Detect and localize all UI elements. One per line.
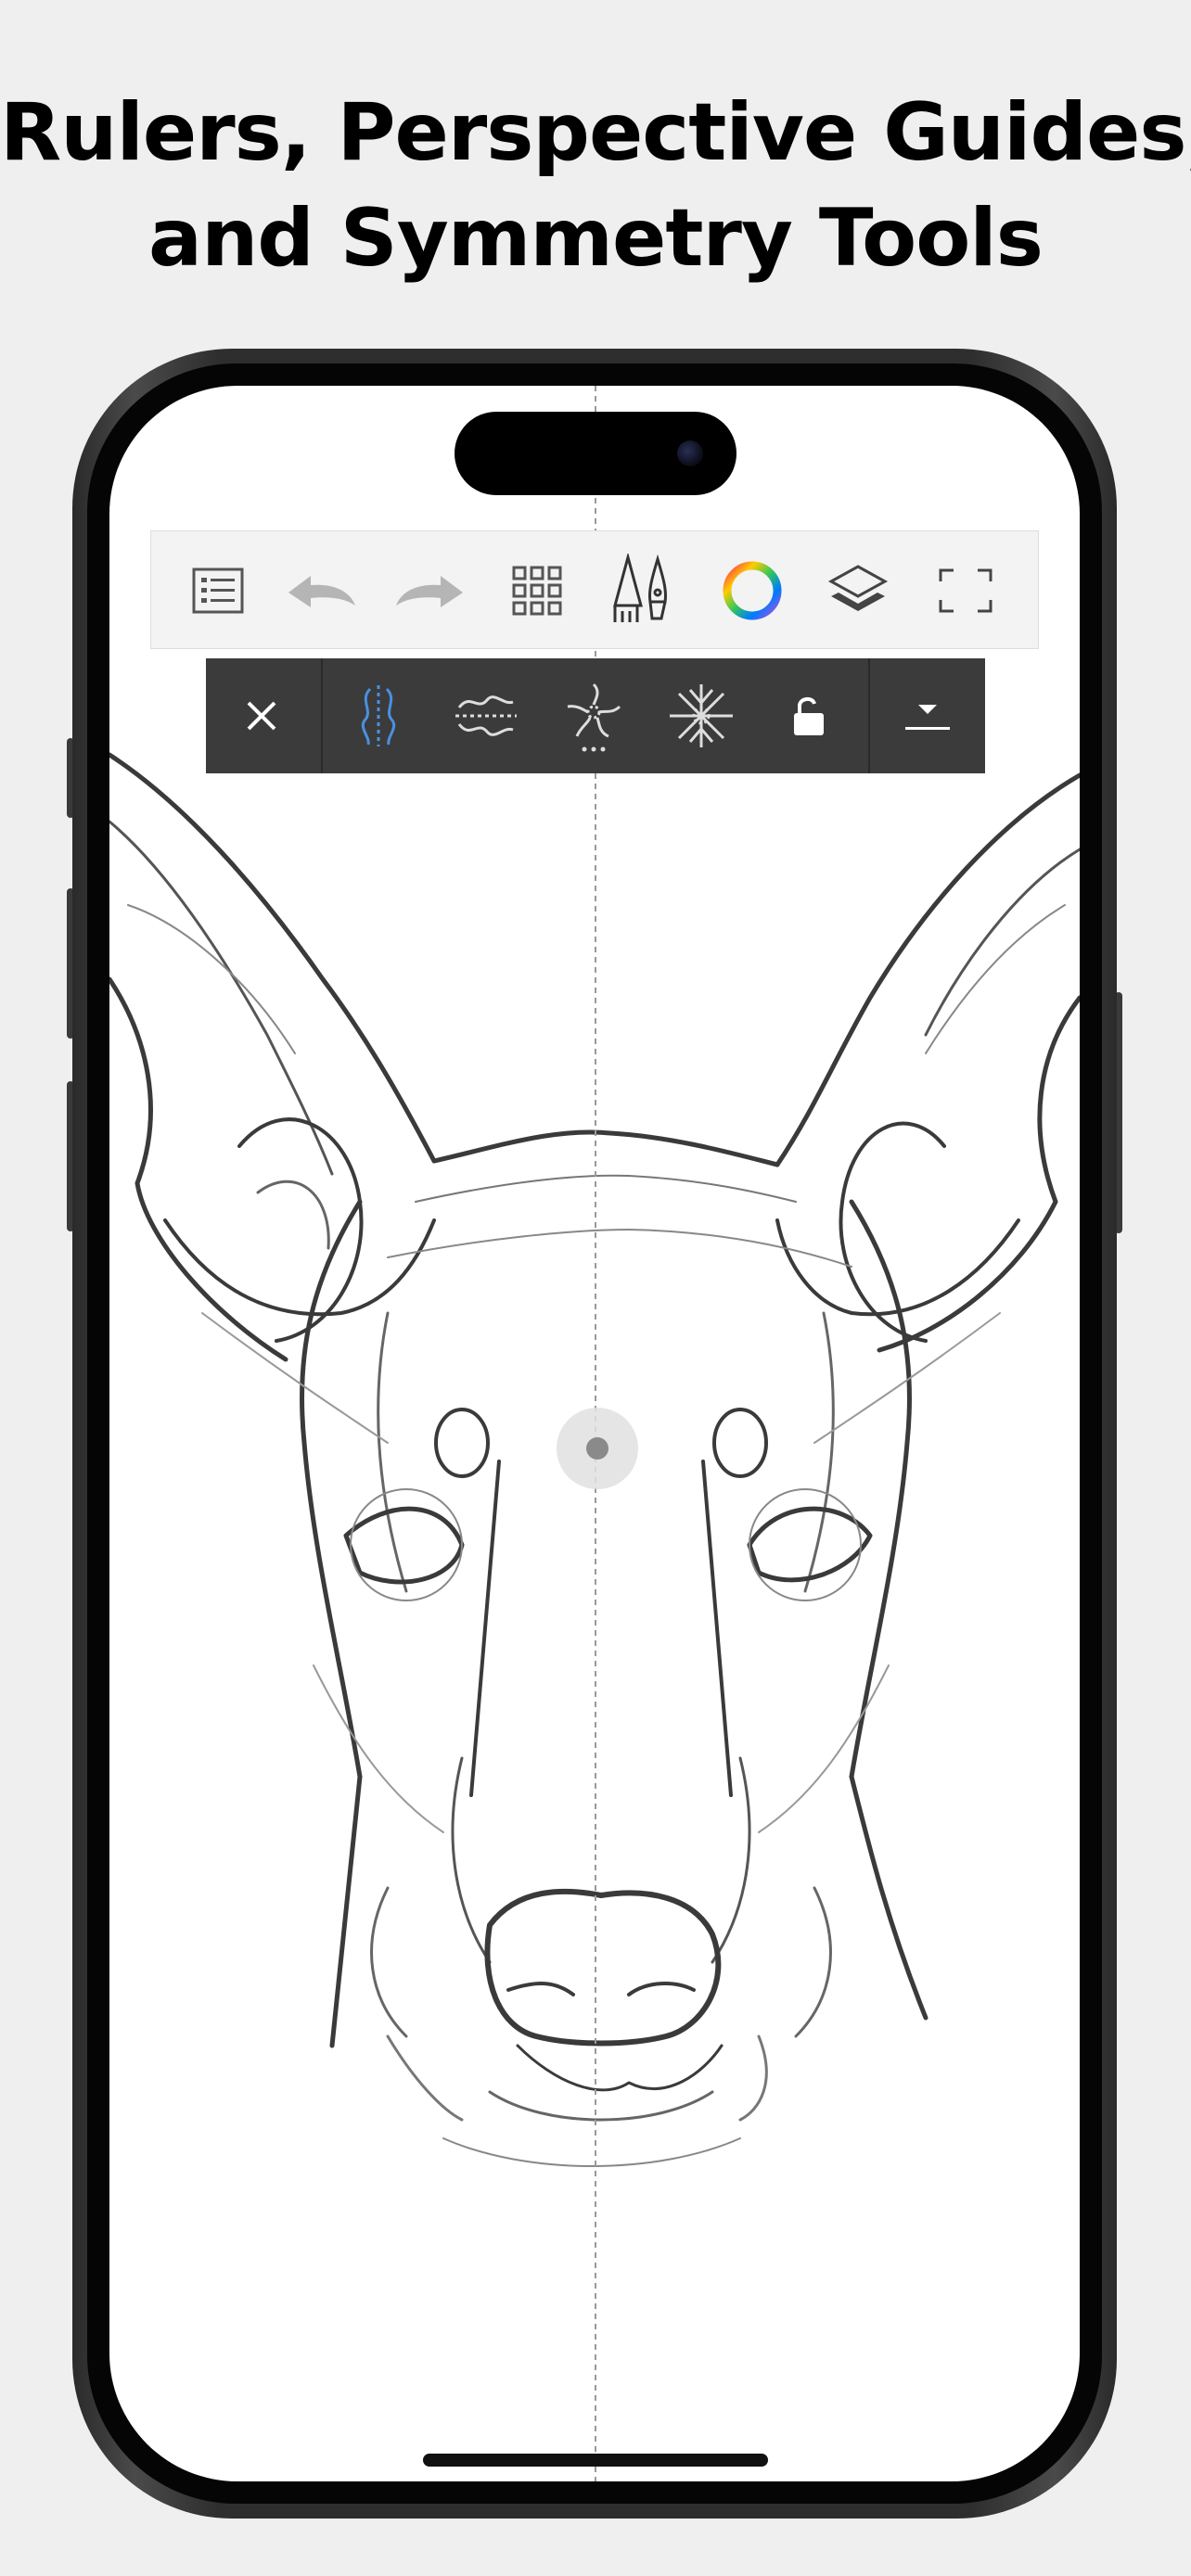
kaleidoscope-symmetry-icon[interactable] bbox=[664, 679, 738, 753]
brush-library-icon[interactable] bbox=[606, 554, 680, 628]
handle-dot bbox=[586, 1437, 608, 1460]
collapse-icon[interactable] bbox=[890, 679, 965, 753]
horizontal-symmetry-icon[interactable] bbox=[449, 679, 523, 753]
main-toolbar bbox=[150, 530, 1039, 649]
symmetry-toolbar bbox=[206, 658, 985, 773]
grid-icon[interactable] bbox=[500, 554, 574, 628]
redo-icon[interactable] bbox=[392, 554, 467, 628]
home-indicator[interactable] bbox=[423, 2454, 768, 2467]
symmetry-divider-right bbox=[868, 658, 870, 773]
headline-line-1: Rulers, Perspective Guides, bbox=[0, 86, 1191, 179]
front-camera bbox=[677, 440, 703, 466]
dynamic-island bbox=[455, 412, 736, 495]
symmetry-divider-left bbox=[321, 658, 323, 773]
headline: Rulers, Perspective Guides, and Symmetry… bbox=[0, 80, 1191, 291]
headline-line-2: and Symmetry Tools bbox=[148, 192, 1044, 285]
layers-icon[interactable] bbox=[821, 554, 895, 628]
device-screen bbox=[109, 386, 1080, 2481]
fullscreen-icon[interactable] bbox=[928, 554, 1003, 628]
close-icon[interactable] bbox=[224, 679, 299, 753]
vertical-symmetry-icon[interactable] bbox=[341, 679, 416, 753]
color-wheel-icon[interactable] bbox=[715, 554, 789, 628]
undo-icon[interactable] bbox=[285, 554, 359, 628]
symmetry-center-handle[interactable] bbox=[557, 1408, 638, 1489]
list-icon[interactable] bbox=[181, 554, 255, 628]
unlock-icon[interactable] bbox=[772, 679, 846, 753]
radial-symmetry-icon[interactable] bbox=[557, 679, 631, 753]
